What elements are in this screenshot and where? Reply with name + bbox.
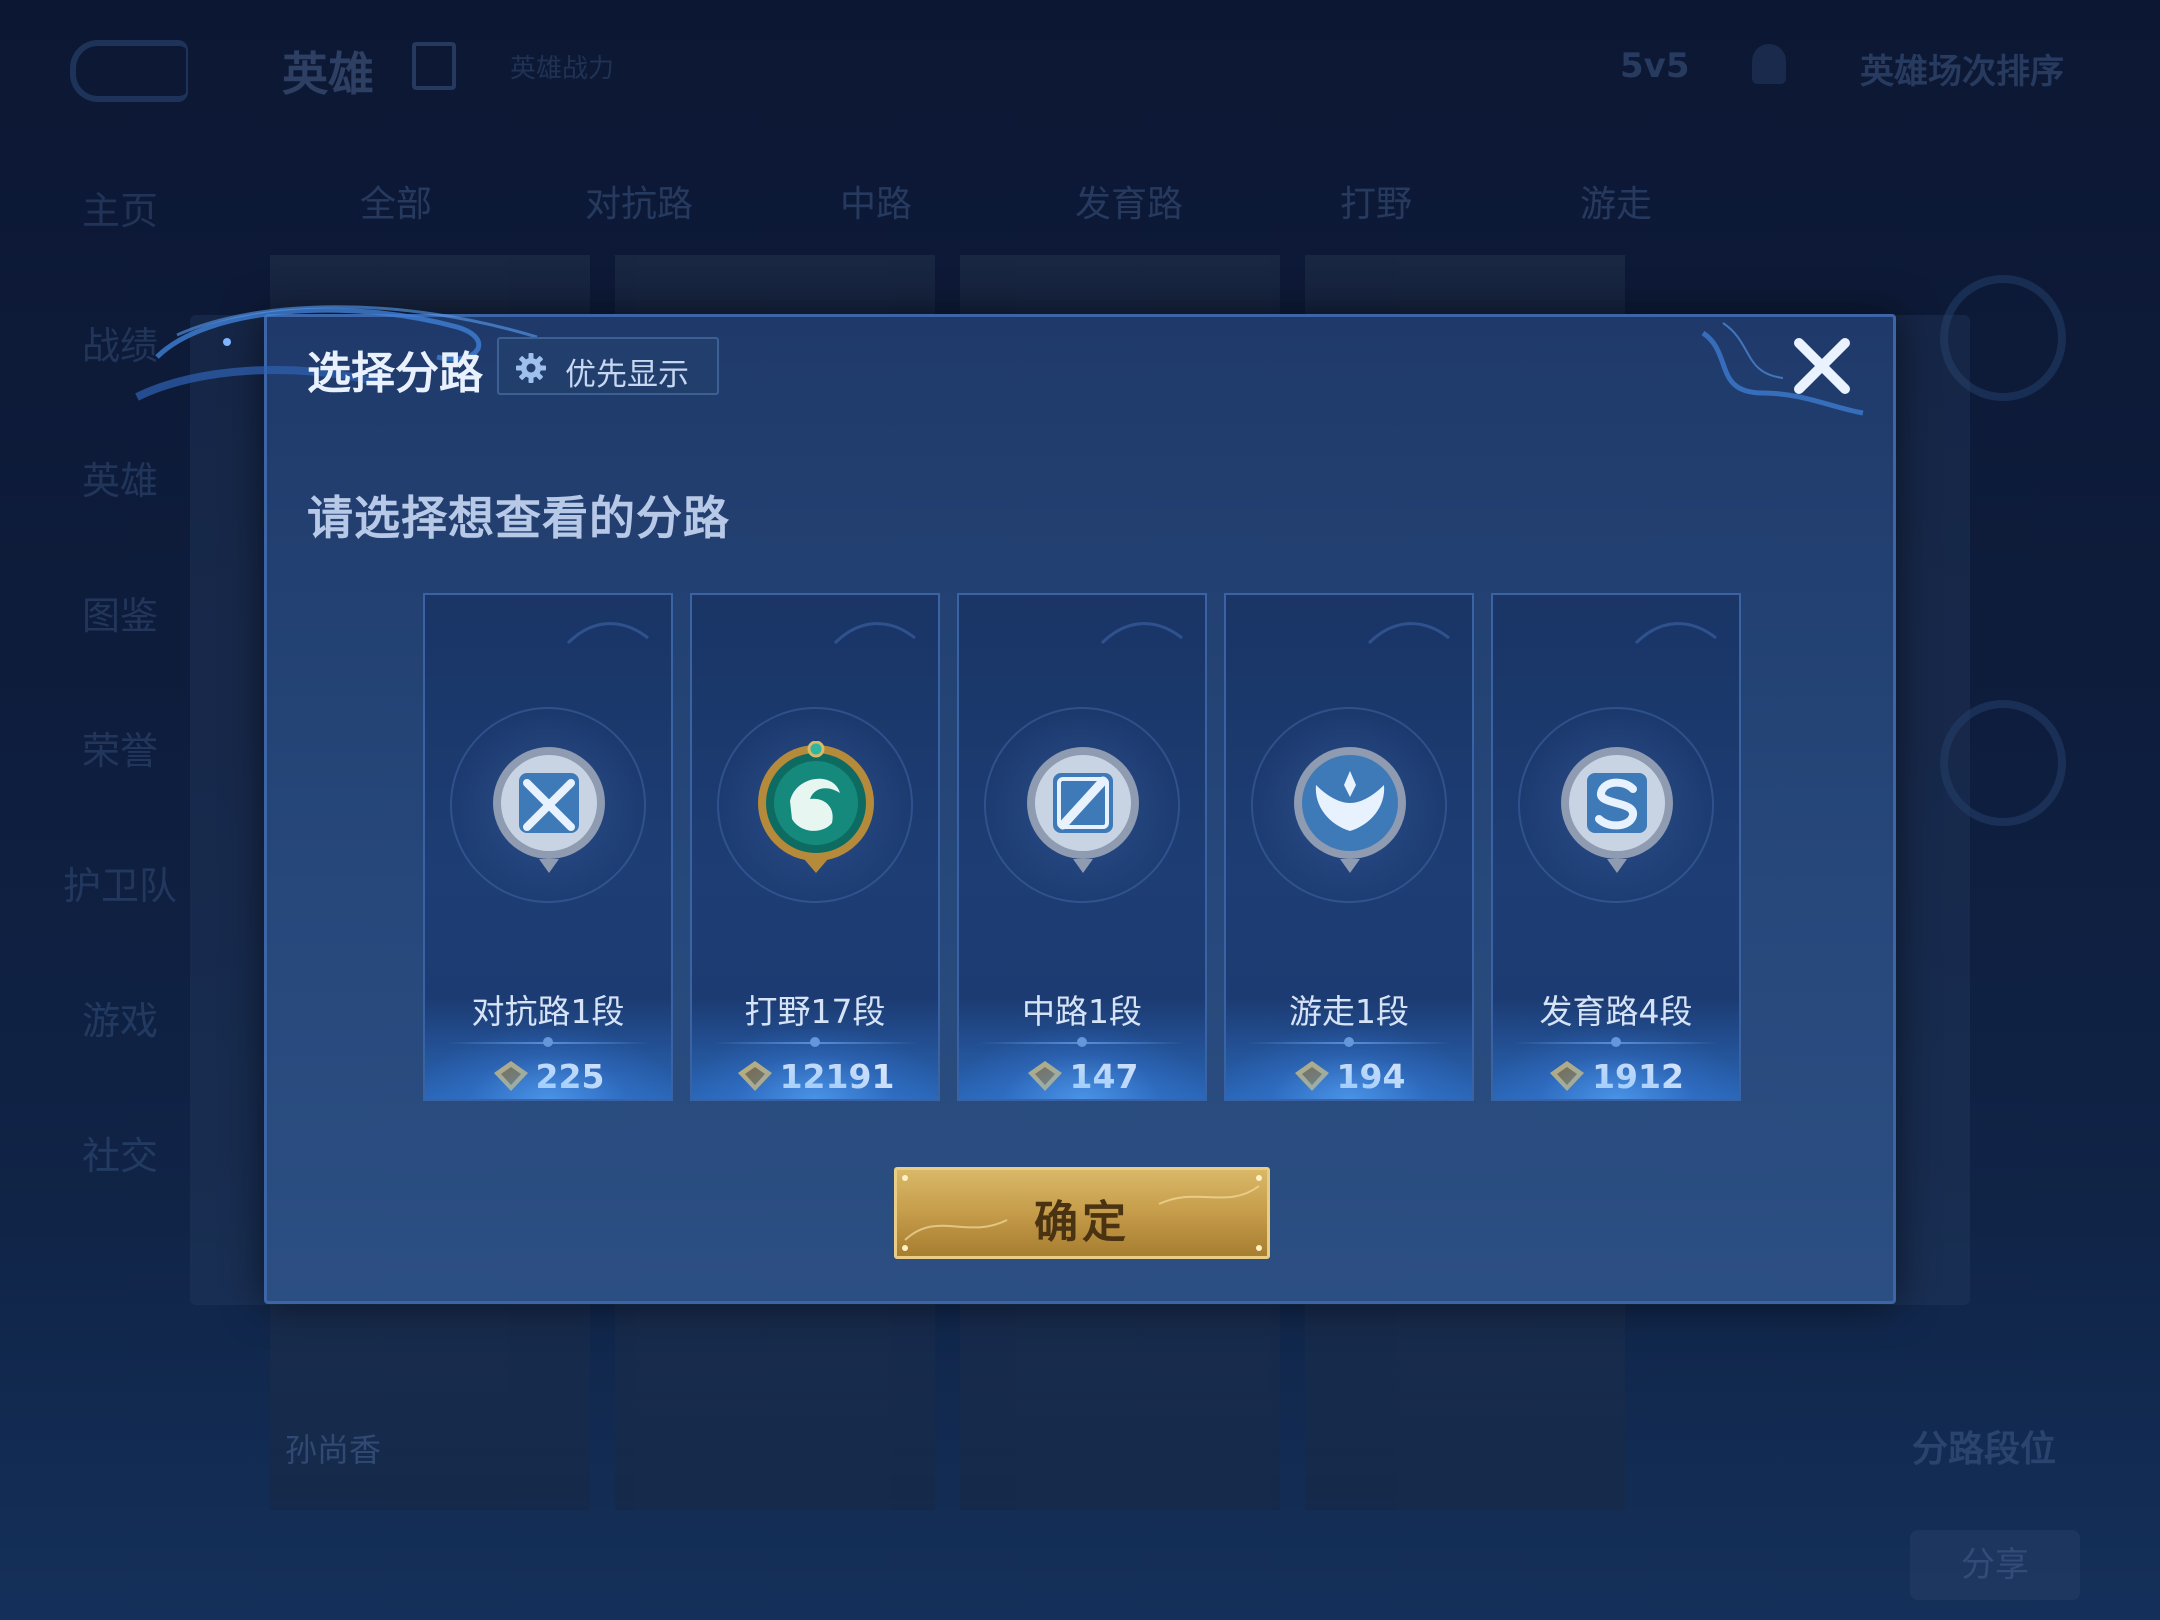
tab-mid[interactable]: 中路 [840, 175, 912, 227]
side-item-honor[interactable]: 荣誉 [40, 720, 200, 775]
card-glow [692, 1029, 938, 1099]
hero-card[interactable] [960, 1280, 1280, 1510]
lane-card-support[interactable]: 游走1段 194 [1224, 593, 1474, 1101]
lane-name: 中路1段 [1022, 992, 1142, 1031]
bell-icon[interactable] [1752, 44, 1786, 84]
close-icon[interactable] [1787, 331, 1857, 401]
card-glow [425, 1029, 671, 1099]
sort-dropdown[interactable]: 英雄场次排序 [1860, 44, 2064, 93]
hero-name: 孙尚香 [285, 1431, 382, 1469]
card-glow [959, 1029, 1205, 1099]
book-icon[interactable] [412, 42, 456, 90]
hero-power-label[interactable]: 英雄战力 [510, 48, 614, 85]
cloud-wisp-decoration [833, 622, 916, 645]
dialog-prompt: 请选择想查看的分路 [307, 491, 730, 545]
app-title: 英雄 [282, 47, 374, 101]
cloud-wisp-decoration [1367, 622, 1450, 645]
lane-select-dialog: 选择分路 优先显示 请选择想查看的分路 对抗路1段 打野17段 中路1段 游走1… [135, 305, 1896, 1304]
crossed-swords-emblem-icon [493, 747, 605, 873]
lane-tabs: 全部 对抗路 中路 发育路 打野 游走 [330, 175, 2130, 225]
dialog-title: 选择分路 [307, 348, 483, 399]
lane-card-mid[interactable]: 中路1段 147 [957, 593, 1207, 1101]
share-button[interactable]: 分享 [1910, 1530, 2080, 1600]
lane-name: 打野17段 [744, 992, 886, 1031]
side-item-game[interactable]: 游戏 [40, 990, 200, 1045]
lane-card-jungle[interactable]: 打野17段 12191 [690, 593, 940, 1101]
hero-card[interactable] [615, 1280, 935, 1510]
tab-top[interactable]: 对抗路 [585, 175, 693, 227]
dragon-emblem-icon [758, 741, 874, 873]
wings-emblem-icon [1294, 747, 1406, 873]
side-item-social[interactable]: 社交 [40, 1125, 200, 1180]
hero-card[interactable] [270, 1280, 590, 1510]
mid-lane-emblem-icon [1027, 747, 1139, 873]
top-bar: 英雄 英雄战力 5v5 英雄场次排序 [0, 0, 2160, 130]
lane-card-top[interactable]: 对抗路1段 225 [423, 593, 673, 1101]
tab-support[interactable]: 游走 [1580, 175, 1652, 227]
lane-name: 游走1段 [1289, 992, 1409, 1031]
priority-display-button[interactable]: 优先显示 [497, 337, 719, 395]
tab-bot[interactable]: 发育路 [1075, 175, 1183, 227]
confirm-label: 确定 [1034, 1197, 1130, 1248]
back-button[interactable] [70, 40, 188, 102]
hero-card[interactable] [1305, 1280, 1625, 1510]
lane-name: 发育路4段 [1539, 992, 1693, 1031]
tab-all[interactable]: 全部 [360, 175, 432, 227]
side-item-codex[interactable]: 图鉴 [40, 585, 200, 640]
lane-name: 对抗路1段 [471, 992, 625, 1031]
side-item-home[interactable]: 主页 [40, 180, 200, 235]
cloud-wisp-decoration [566, 622, 649, 645]
lane-card-bot[interactable]: 发育路4段 1912 [1491, 593, 1741, 1101]
card-glow [1226, 1029, 1472, 1099]
priority-display-label: 优先显示 [565, 357, 689, 393]
side-item-guard[interactable]: 护卫队 [40, 855, 200, 910]
side-item-heroes[interactable]: 英雄 [40, 450, 200, 505]
bot-lane-emblem-icon [1561, 747, 1673, 873]
lane-card-list: 对抗路1段 225 打野17段 [423, 593, 1743, 1103]
card-glow [1493, 1029, 1739, 1099]
gear-icon [516, 353, 546, 383]
tab-jungle[interactable]: 打野 [1340, 175, 1412, 227]
confirm-button[interactable]: 确定 [894, 1167, 1270, 1259]
lane-rank-label: 分路段位 [1912, 1429, 2057, 1470]
mode-selector[interactable]: 5v5 [1620, 46, 1689, 86]
cloud-wisp-decoration [1634, 622, 1717, 645]
cloud-wisp-decoration [1100, 622, 1183, 645]
